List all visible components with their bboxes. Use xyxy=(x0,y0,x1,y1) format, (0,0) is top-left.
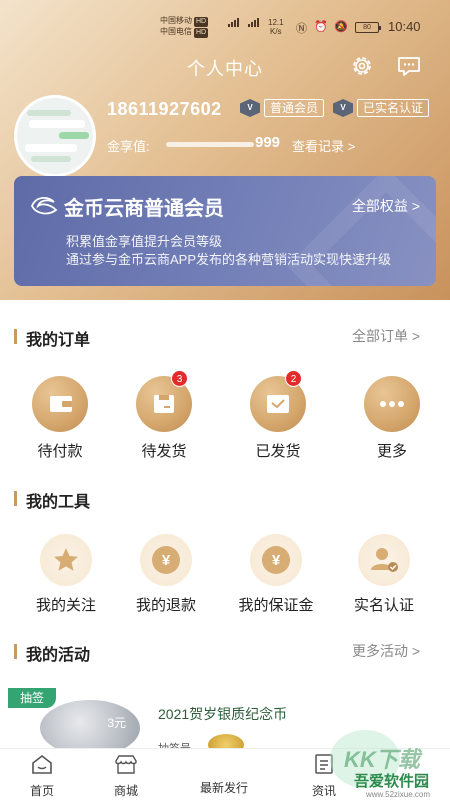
nfc-icon: Ⓝ xyxy=(296,23,307,35)
tool-real-name-verification-label: 实名认证 xyxy=(353,597,414,614)
member-level-badge: V 普通会员 xyxy=(240,98,325,118)
all-orders-link[interactable]: 全部订单 > xyxy=(352,326,420,346)
coin-logo-icon xyxy=(31,197,58,215)
member-level-label: 普通会员 xyxy=(264,99,325,117)
points-value: 999 xyxy=(255,134,281,151)
star-icon xyxy=(40,534,92,586)
package-icon: 3 xyxy=(136,370,192,432)
coin-value-label: 3元 xyxy=(107,716,126,730)
pending-shipment-count-badge: 3 xyxy=(171,370,188,387)
phone-number: 18611927602 xyxy=(107,99,222,119)
watermark-text: 吾爱软件园 xyxy=(354,773,430,790)
more-dots-icon xyxy=(364,376,420,432)
tool-my-deposit-label: 我的保证金 xyxy=(238,597,314,614)
member-card-description: 积累值金享值提升会员等级 通过参与金币云商APP发布的各种营销活动实现快速升级 xyxy=(66,233,436,269)
points-progress-bar xyxy=(166,142,254,147)
card-decoration xyxy=(287,176,436,286)
alarm-icon: ⏰ xyxy=(314,21,328,33)
tool-my-deposit[interactable]: ¥ 我的保证金 xyxy=(226,534,326,615)
watermark-url: www.52zixue.com xyxy=(366,790,431,799)
tab-home-label: 首页 xyxy=(29,784,54,798)
lottery-tag: 抽签 xyxy=(8,688,56,708)
site-watermark: KK下载 吾爱软件园 www.52zixue.com xyxy=(310,728,450,800)
shipped-box-icon: 2 xyxy=(250,370,306,432)
member-desc-line1: 积累值金享值提升会员等级 xyxy=(66,234,223,249)
page-title: 个人中心 xyxy=(187,59,263,79)
member-card[interactable]: 金币云商普通会员 全部权益 > 积累值金享值提升会员等级 通过参与金币云商APP… xyxy=(14,176,436,286)
wallet-icon xyxy=(32,376,88,432)
order-pending-payment[interactable]: 待付款 xyxy=(10,376,110,461)
gear-icon[interactable] xyxy=(350,54,374,78)
tool-my-refunds-label: 我的退款 xyxy=(135,597,196,614)
all-benefits-link[interactable]: 全部权益 > xyxy=(352,196,420,216)
refund-yen-glyph: ¥ xyxy=(161,551,171,569)
battery-icon: 80 xyxy=(355,22,381,33)
mute-icon: 🔕 xyxy=(334,21,348,33)
activities-section-title: 我的活动 xyxy=(14,641,90,665)
shipped-count-badge: 2 xyxy=(285,370,302,387)
tab-new-release-label: 最新发行 xyxy=(199,781,248,795)
signal-icon xyxy=(248,18,259,27)
order-pending-shipment[interactable]: 3 待发货 xyxy=(114,370,214,461)
tab-home[interactable]: 首页 xyxy=(12,753,72,799)
signal-4g-icon xyxy=(228,18,239,27)
verified-badge: V 已实名认证 xyxy=(333,98,430,118)
tool-my-follows[interactable]: 我的关注 xyxy=(16,534,116,615)
status-bar: 中国移动 HD 中国电信 HD 12.1 K/s Ⓝ ⏰ 🔕 80 10:40 xyxy=(0,12,450,42)
tab-store[interactable]: 商城 xyxy=(96,753,156,799)
order-pending-payment-label: 待付款 xyxy=(37,443,83,460)
order-pending-shipment-label: 待发货 xyxy=(141,443,187,460)
deposit-yen-glyph: ¥ xyxy=(271,551,281,569)
avatar[interactable] xyxy=(14,95,96,177)
activity-title: 2021贺岁银质纪念币 xyxy=(158,706,288,722)
store-icon xyxy=(115,755,137,774)
member-card-title: 金币云商普通会员 xyxy=(64,198,224,220)
verified-label: 已实名认证 xyxy=(357,99,430,117)
order-more-label: 更多 xyxy=(376,443,407,460)
refund-icon: ¥ xyxy=(140,534,192,586)
view-records-link[interactable]: 查看记录 > xyxy=(292,136,355,155)
home-icon xyxy=(32,754,52,774)
tool-my-refunds[interactable]: ¥ 我的退款 xyxy=(116,534,216,615)
tools-section-title: 我的工具 xyxy=(14,488,90,512)
order-more[interactable]: 更多 xyxy=(342,376,442,461)
user-verify-icon xyxy=(358,534,410,586)
carrier-info: 中国移动 HD 中国电信 HD xyxy=(160,16,209,38)
deposit-icon: ¥ xyxy=(250,534,302,586)
order-shipped-label: 已发货 xyxy=(255,443,301,460)
clock: 10:40 xyxy=(388,19,421,34)
verified-vip-icon: V xyxy=(333,99,353,117)
more-activities-link[interactable]: 更多活动 > xyxy=(352,641,420,661)
order-shipped[interactable]: 2 已发货 xyxy=(228,370,328,461)
member-desc-line2: 通过参与金币云商APP发布的各种营销活动实现快速升级 xyxy=(66,252,392,267)
tab-store-label: 商城 xyxy=(113,784,138,798)
tool-real-name-verification[interactable]: 实名认证 xyxy=(334,534,434,615)
points-progress-fill xyxy=(166,142,254,147)
orders-section-title: 我的订单 xyxy=(14,326,90,350)
points-label: 金享值: xyxy=(107,139,150,154)
network-speed: 12.1 K/s xyxy=(268,18,284,36)
vip-icon: V xyxy=(240,99,260,117)
tab-new-release[interactable]: 最新发行 xyxy=(194,753,254,796)
message-icon[interactable] xyxy=(396,54,422,78)
tool-my-follows-label: 我的关注 xyxy=(35,597,96,614)
